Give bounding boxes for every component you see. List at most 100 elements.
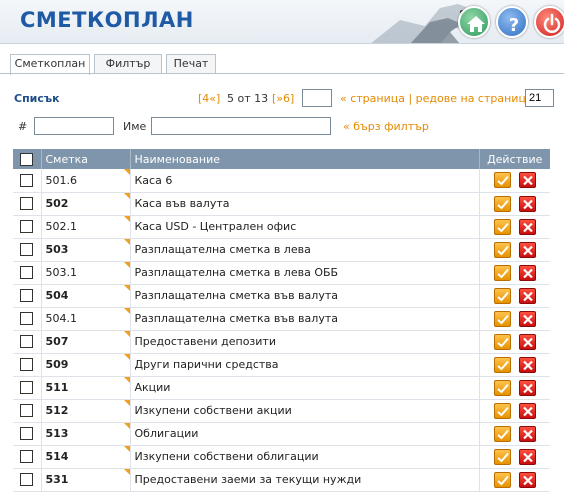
edit-button[interactable]	[493, 172, 511, 189]
home-button[interactable]	[458, 6, 490, 38]
edit-button[interactable]	[493, 448, 511, 465]
delete-button[interactable]	[518, 379, 536, 396]
account-name: Разплащателна сметка в лева ОББ	[130, 261, 480, 285]
quick-filter-link[interactable]: « бърз филтър	[343, 120, 429, 133]
delete-button[interactable]	[518, 425, 536, 442]
row-checkbox[interactable]	[20, 289, 34, 303]
row-checkbox[interactable]	[20, 220, 34, 234]
list-label: Списък	[14, 92, 60, 105]
check-icon	[497, 360, 509, 370]
delete-button[interactable]	[518, 195, 536, 212]
delete-button[interactable]	[518, 172, 536, 189]
row-checkbox[interactable]	[20, 174, 34, 187]
power-button[interactable]	[534, 6, 564, 38]
edit-button[interactable]	[493, 379, 511, 396]
account-code-cell[interactable]: 502.1	[41, 215, 131, 239]
delete-button[interactable]	[518, 287, 536, 304]
row-checkbox[interactable]	[20, 473, 34, 487]
edit-button[interactable]	[493, 471, 511, 488]
row-actions-cell	[479, 468, 550, 492]
account-code-cell[interactable]: 509	[41, 353, 131, 377]
row-checkbox[interactable]	[20, 266, 34, 280]
delete-button[interactable]	[518, 310, 536, 327]
pager-last-link[interactable]: [»6]	[272, 92, 294, 105]
row-checkbox[interactable]	[20, 312, 34, 326]
edit-button[interactable]	[493, 402, 511, 419]
account-name: Каса във валута	[130, 192, 480, 216]
account-code-cell[interactable]: 504	[41, 284, 131, 308]
edit-button[interactable]	[493, 287, 511, 304]
close-icon	[522, 383, 533, 393]
delete-button[interactable]	[518, 264, 536, 281]
account-code-cell[interactable]: 503	[41, 238, 131, 262]
row-checkbox[interactable]	[20, 427, 34, 441]
pager-first-link[interactable]: [4«]	[198, 92, 220, 105]
row-select-cell	[13, 330, 42, 354]
close-icon	[522, 452, 533, 462]
help-button[interactable]: ?	[496, 6, 528, 38]
row-select-cell	[13, 238, 42, 262]
edit-button[interactable]	[493, 241, 511, 258]
delete-button[interactable]	[518, 356, 536, 373]
note-corner-icon	[123, 284, 130, 291]
check-icon	[497, 291, 509, 301]
table-header-row: Сметка Наименование Действие	[13, 149, 550, 169]
row-checkbox[interactable]	[20, 335, 34, 349]
row-checkbox[interactable]	[20, 404, 34, 418]
row-checkbox[interactable]	[20, 197, 34, 211]
account-code-cell[interactable]: 514	[41, 445, 131, 469]
table-row: 514 Изкупени собствени облигации	[13, 445, 550, 469]
table-row: 511 Акции	[13, 376, 550, 400]
account-code-cell[interactable]: 511	[41, 376, 131, 400]
edit-button[interactable]	[493, 333, 511, 350]
check-icon	[497, 429, 509, 439]
table-row: 512 Изкупени собствени акции	[13, 399, 550, 423]
row-checkbox[interactable]	[20, 358, 34, 372]
page-number-input[interactable]	[302, 89, 332, 107]
delete-button[interactable]	[518, 333, 536, 350]
delete-button[interactable]	[518, 402, 536, 419]
table-row: 509 Други парични средства	[13, 353, 550, 377]
edit-button[interactable]	[493, 356, 511, 373]
delete-button[interactable]	[518, 471, 536, 488]
edit-button[interactable]	[493, 218, 511, 235]
edit-button[interactable]	[493, 310, 511, 327]
table-row: 513 Облигации	[13, 422, 550, 446]
tab-chart-of-accounts[interactable]: Сметкоплан	[10, 54, 90, 75]
account-code-cell[interactable]: 501.6	[41, 169, 131, 193]
row-select-cell	[13, 422, 42, 446]
column-header-name[interactable]: Наименование	[130, 149, 480, 169]
account-code-cell[interactable]: 512	[41, 399, 131, 423]
select-all-checkbox[interactable]	[20, 152, 34, 166]
account-code-cell[interactable]: 503.1	[41, 261, 131, 285]
edit-button[interactable]	[493, 195, 511, 212]
edit-button[interactable]	[493, 264, 511, 281]
filter-name-input[interactable]	[151, 117, 331, 135]
tab-print[interactable]: Печат	[166, 54, 216, 74]
delete-button[interactable]	[518, 218, 536, 235]
account-name: Каса 6	[130, 169, 480, 193]
row-checkbox[interactable]	[20, 381, 34, 395]
note-corner-icon	[123, 215, 130, 222]
account-code-cell[interactable]: 504.1	[41, 307, 131, 331]
account-code-cell[interactable]: 531	[41, 468, 131, 492]
edit-button[interactable]	[493, 425, 511, 442]
row-actions-cell	[479, 261, 550, 285]
account-code: 511	[45, 381, 69, 394]
delete-button[interactable]	[518, 448, 536, 465]
row-checkbox[interactable]	[20, 450, 34, 464]
rows-per-page-input[interactable]	[525, 89, 554, 107]
account-code-cell[interactable]: 502	[41, 192, 131, 216]
account-code-cell[interactable]: 513	[41, 422, 131, 446]
table-row: 504 Разплащателна сметка във валута	[13, 284, 550, 308]
table-row: 504.1 Разплащателна сметка във валута	[13, 307, 550, 331]
tab-filter[interactable]: Филтър	[94, 54, 162, 74]
account-code-cell[interactable]: 507	[41, 330, 131, 354]
row-checkbox[interactable]	[20, 243, 34, 257]
column-header-code[interactable]: Сметка	[41, 149, 131, 169]
page-rows-link[interactable]: « страница | редове на страница »	[340, 92, 543, 105]
account-name: Каса USD - Централен офис	[130, 215, 480, 239]
table-row: 503 Разплащателна сметка в лева	[13, 238, 550, 262]
delete-button[interactable]	[518, 241, 536, 258]
filter-number-input[interactable]	[34, 117, 114, 135]
